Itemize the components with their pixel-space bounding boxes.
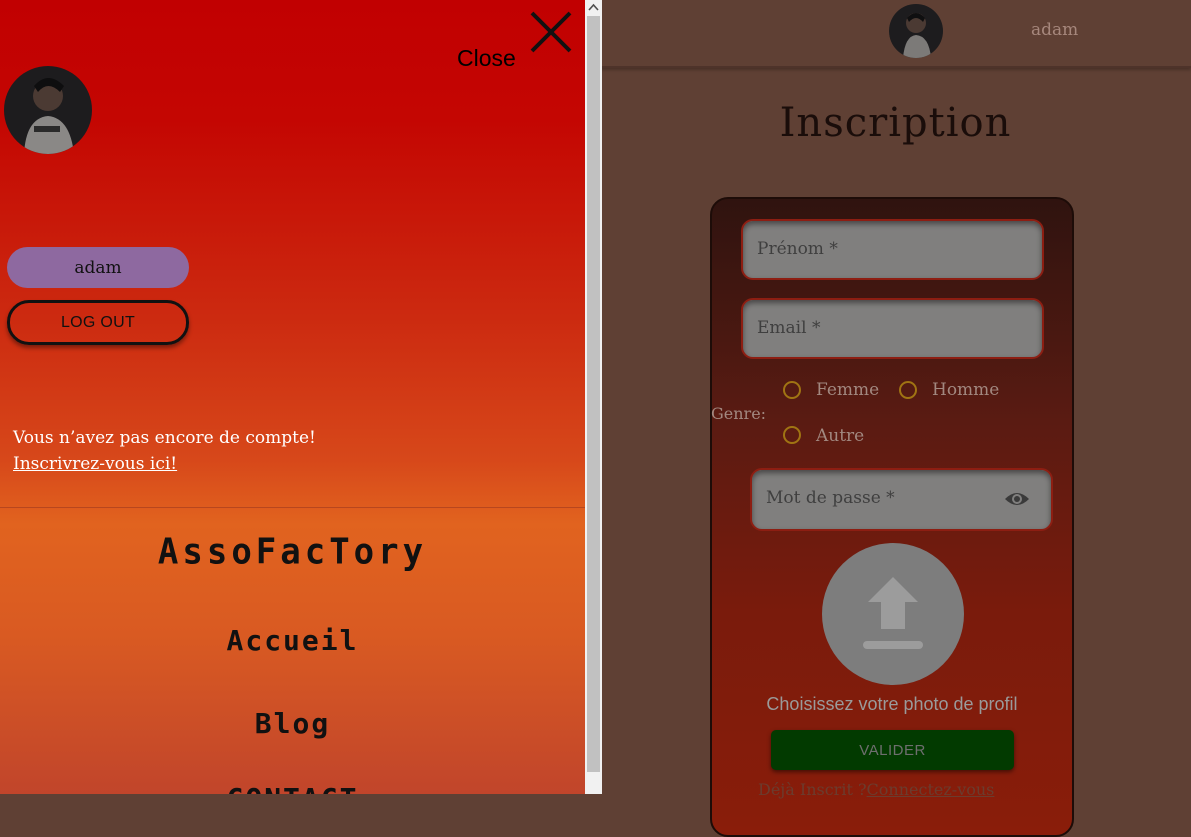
photo-label: Choisissez votre photo de profil (766, 694, 1018, 714)
scroll-up-arrow-icon[interactable] (588, 0, 599, 14)
eye-icon[interactable] (1004, 488, 1030, 510)
firstname-placeholder: Prénom * (757, 239, 838, 259)
upload-icon (863, 577, 923, 649)
logout-button[interactable]: LOG OUT (7, 300, 189, 345)
login-prompt: Déjà Inscrit ?Connectez-vous (758, 780, 994, 799)
genre-label: Genre: (711, 404, 767, 423)
scrollbar-thumb[interactable] (587, 16, 600, 772)
radio-homme-label: Homme (932, 380, 1000, 400)
email-field[interactable]: Email * (741, 298, 1044, 359)
firstname-field[interactable]: Prénom * (741, 219, 1044, 280)
signup-link[interactable]: Inscrivrez-vous ici! (13, 454, 177, 474)
brand-logo-text[interactable]: AssoFacTory (0, 531, 585, 573)
nav-item-blog[interactable]: Blog (0, 707, 585, 740)
login-link[interactable]: Connectez-vous (867, 780, 995, 799)
submit-button[interactable]: VALIDER (771, 730, 1014, 770)
page-title: Inscription (779, 100, 1012, 146)
password-placeholder: Mot de passe * (766, 488, 895, 508)
drawer-divider (0, 507, 585, 508)
close-icon[interactable] (529, 10, 573, 54)
drawer-avatar[interactable] (4, 66, 92, 154)
radio-autre-label: Autre (816, 426, 865, 446)
already-registered-text: Déjà Inscrit ? (758, 780, 867, 799)
side-drawer: Close adam LOG OUT Vous n’avez pas encor… (0, 0, 585, 794)
no-account-text: Vous n’avez pas encore de compte! (13, 428, 316, 448)
header-username[interactable]: adam (1031, 20, 1078, 40)
header-avatar[interactable] (889, 4, 943, 58)
radio-femme[interactable] (783, 381, 801, 399)
close-label[interactable]: Close (457, 45, 516, 72)
nav-item-accueil[interactable]: Accueil (0, 624, 585, 657)
radio-autre[interactable] (783, 426, 801, 444)
email-placeholder: Email * (757, 318, 821, 338)
radio-femme-label: Femme (816, 380, 880, 400)
nav-item-contact[interactable]: CONTACT (0, 782, 585, 794)
radio-homme[interactable] (899, 381, 917, 399)
photo-upload[interactable] (822, 543, 964, 685)
username-pill[interactable]: adam (7, 247, 189, 288)
